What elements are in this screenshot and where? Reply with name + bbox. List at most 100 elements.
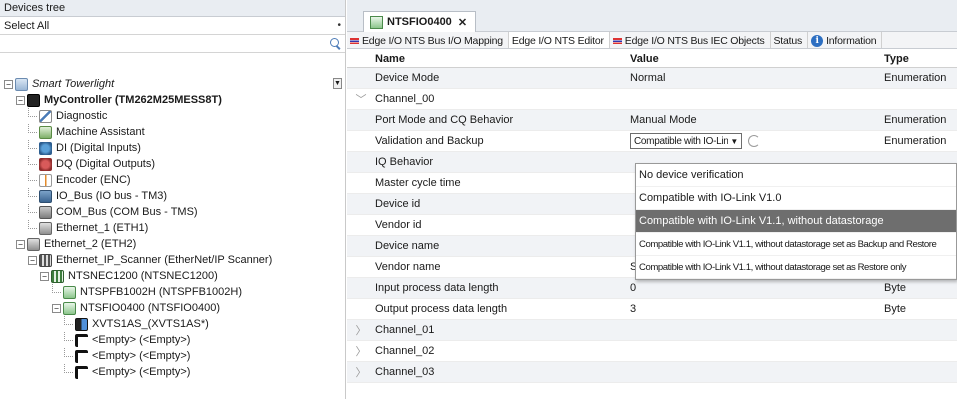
param-name: Channel_03: [375, 366, 435, 378]
table-row[interactable]: Input process data length 0 Byte: [347, 278, 957, 299]
tree-connector: [64, 347, 73, 357]
search-icon[interactable]: [330, 38, 341, 49]
select-dropdown[interactable]: Select All •: [0, 17, 345, 35]
tree-node-label: COM_Bus (COM Bus - TMS): [56, 206, 198, 218]
table-row[interactable]: Device Mode Normal Enumeration: [347, 68, 957, 89]
chevron-right-icon[interactable]: 〉: [347, 364, 375, 380]
tab-edge-i-o-nts-bus-iec-objects[interactable]: Edge I/O NTS Bus IEC Objects: [610, 32, 771, 48]
param-value[interactable]: Manual Mode: [630, 114, 884, 126]
reset-icon[interactable]: [748, 134, 760, 147]
tree-node[interactable]: COM_Bus (COM Bus - TMS): [0, 203, 346, 220]
tree-node[interactable]: DQ (Digital Outputs): [0, 155, 346, 172]
flag-icon: [612, 38, 622, 44]
collapse-icon[interactable]: −: [16, 239, 25, 249]
table-row[interactable]: 〉 Channel_01: [347, 320, 957, 341]
collapse-icon[interactable]: −: [52, 303, 61, 313]
digital-input-icon: [39, 141, 52, 155]
sensor-icon: [75, 317, 88, 331]
param-name: Channel_01: [375, 324, 435, 336]
dropdown-arrow-icon[interactable]: •: [337, 20, 341, 31]
tree-node-label: NTSPFB1002H (NTSPFB1002H): [80, 286, 242, 298]
tree-node[interactable]: − Ethernet_2 (ETH2): [0, 236, 346, 252]
device-tree: − Smart Towerlight − MyController (TM262M25…: [0, 76, 346, 380]
validation-dropdown-list: No device verification Compatible with IO…: [635, 163, 957, 280]
dropdown-option[interactable]: Compatible with IO-Link V1.1, without da…: [636, 256, 956, 279]
table-row[interactable]: Output process data length 3 Byte: [347, 299, 957, 320]
project-icon: [15, 77, 28, 91]
grid-header: Name Value Type: [347, 51, 957, 68]
tree-node[interactable]: − MyController (TM262M25MESS8T): [0, 92, 346, 108]
param-value[interactable]: 0: [630, 282, 884, 294]
table-row[interactable]: Port Mode and CQ Behavior Manual Mode Enum…: [347, 110, 957, 131]
column-header-value[interactable]: Value: [630, 53, 884, 65]
controller-icon: [27, 93, 40, 107]
tree-node[interactable]: IO_Bus (IO bus - TM3): [0, 187, 346, 204]
param-name: Vendor id: [375, 219, 422, 231]
validation-backup-select[interactable]: Compatible with IO-Link V1.1, without da…: [630, 133, 742, 149]
flag-icon: [350, 38, 359, 44]
tree-node[interactable]: <Empty> (<Empty>): [0, 363, 346, 380]
tree-node[interactable]: Encoder (ENC): [0, 171, 346, 188]
document-tab-bar: NTSFIO0400 ✕: [347, 0, 957, 32]
tab-status[interactable]: Status: [771, 32, 809, 48]
module-green-icon: [63, 285, 76, 299]
tree-node[interactable]: DI (Digital Inputs): [0, 139, 346, 156]
param-name: Input process data length: [375, 282, 499, 294]
tree-node[interactable]: Diagnostic: [0, 107, 346, 124]
tab-label: Information: [826, 35, 877, 47]
tree-connector: [28, 171, 37, 181]
tab-information[interactable]: i Information: [808, 32, 883, 48]
module-icon: [370, 15, 383, 29]
tree-node[interactable]: Ethernet_1 (ETH1): [0, 219, 346, 236]
empty-slot-icon: [75, 349, 88, 363]
param-name: IQ Behavior: [375, 156, 434, 168]
param-name: Master cycle time: [375, 177, 461, 189]
collapse-icon[interactable]: −: [40, 271, 49, 281]
tree-node[interactable]: XVTS1AS_(XVTS1AS*): [0, 315, 346, 332]
tree-connector: [64, 331, 73, 341]
tree-node-label: <Empty> (<Empty>): [92, 334, 191, 346]
dropdown-option[interactable]: Compatible with IO-Link V1.1, without da…: [636, 210, 956, 233]
table-row[interactable]: ﹀ Channel_00: [347, 89, 957, 110]
tree-connector: [28, 155, 37, 165]
collapse-icon[interactable]: −: [16, 95, 25, 105]
tree-node[interactable]: − NTSFIO0400 (NTSFIO0400): [0, 300, 346, 316]
tree-node-label: NTSFIO0400 (NTSFIO0400): [80, 302, 220, 314]
tab-edge-i-o-nts-editor[interactable]: Edge I/O NTS Editor: [508, 32, 610, 48]
column-header-name[interactable]: Name: [375, 53, 630, 65]
column-header-type[interactable]: Type: [884, 53, 957, 65]
com-bus-icon: [39, 205, 52, 219]
tree-node[interactable]: − Smart Towerlight: [0, 76, 346, 92]
chevron-down-icon[interactable]: ﹀: [347, 91, 375, 107]
param-name: Channel_02: [375, 345, 435, 357]
tab-edge-i-o-nts-bus-i-o-mapping[interactable]: Edge I/O NTS Bus I/O Mapping: [347, 32, 509, 48]
diagnostic-icon: [39, 109, 52, 123]
table-row[interactable]: Validation and Backup Compatible with IO-…: [347, 131, 957, 152]
param-value[interactable]: 3: [630, 303, 884, 315]
close-icon[interactable]: ✕: [458, 16, 467, 29]
tree-node[interactable]: <Empty> (<Empty>): [0, 331, 346, 348]
tree-node[interactable]: − NTSNEC1200 (NTSNEC1200): [0, 268, 346, 284]
param-value[interactable]: Normal: [630, 72, 884, 84]
select-value: Select All: [4, 20, 50, 32]
collapse-icon[interactable]: −: [28, 255, 37, 265]
chevron-right-icon[interactable]: 〉: [347, 322, 375, 338]
tree-node[interactable]: Machine Assistant: [0, 123, 346, 140]
table-row[interactable]: 〉 Channel_02: [347, 341, 957, 362]
table-row[interactable]: 〉 Channel_03: [347, 362, 957, 383]
document-tab[interactable]: NTSFIO0400 ✕: [363, 11, 477, 32]
dropdown-option[interactable]: Compatible with IO-Link V1.0: [636, 187, 956, 210]
tab-label: Edge I/O NTS Bus I/O Mapping: [362, 35, 503, 47]
tree-connector: [28, 123, 37, 133]
chevron-right-icon[interactable]: 〉: [347, 343, 375, 359]
tree-node[interactable]: NTSPFB1002H (NTSPFB1002H): [0, 283, 346, 300]
tree-node[interactable]: <Empty> (<Empty>): [0, 347, 346, 364]
tree-node[interactable]: − Ethernet_IP_Scanner (EtherNet/IP Scanne…: [0, 252, 346, 268]
dropdown-option[interactable]: Compatible with IO-Link V1.1, without da…: [636, 233, 956, 256]
collapse-icon[interactable]: −: [4, 79, 13, 89]
tree-search-input[interactable]: [0, 35, 345, 53]
dropdown-option[interactable]: No device verification: [636, 164, 956, 187]
devices-tree-title: Devices tree: [4, 2, 66, 14]
param-name: Validation and Backup: [375, 135, 484, 147]
chevron-down-icon[interactable]: ▼: [730, 137, 738, 146]
